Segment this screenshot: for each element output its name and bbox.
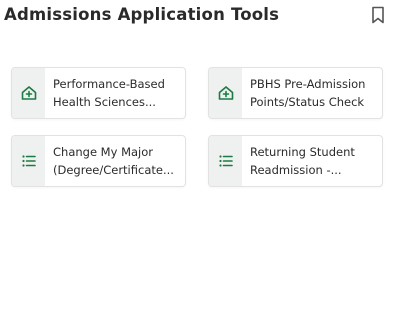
card-label: PBHS Pre-Admission Points/Status Check [250, 76, 376, 111]
home-plus-icon [218, 86, 234, 100]
list-icon [22, 155, 36, 167]
list-icon [219, 155, 233, 167]
card-label: Returning Student Readmission -... [250, 144, 376, 179]
card-icon-box [12, 68, 45, 118]
header: Admissions Application Tools [0, 0, 404, 36]
tool-card-returning-student-readmission[interactable]: Returning Student Readmission -... [208, 135, 383, 187]
bookmark-icon[interactable] [369, 5, 387, 25]
home-plus-icon [21, 86, 37, 100]
card-icon-box [12, 136, 45, 186]
card-label-line1: PBHS Pre-Admission [250, 77, 366, 91]
card-label-line2: Health Sciences... [53, 94, 156, 109]
card-label: Performance-Based Health Sciences... [53, 76, 179, 111]
card-label-line2: (Degree/Certificate... [53, 162, 174, 177]
tool-card-performance-based-health-sciences[interactable]: Performance-Based Health Sciences... [11, 67, 186, 119]
card-label-line1: Change My Major [53, 145, 153, 159]
card-label-line2: Points/Status Check [250, 94, 365, 109]
tool-card-pbhs-pre-admission[interactable]: PBHS Pre-Admission Points/Status Check [208, 67, 383, 119]
page-title: Admissions Application Tools [4, 5, 280, 24]
card-label: Change My Major (Degree/Certificate... [53, 144, 179, 179]
card-label-line1: Performance-Based [53, 77, 165, 91]
card-icon-box [209, 68, 242, 118]
tool-card-change-my-major[interactable]: Change My Major (Degree/Certificate... [11, 135, 186, 187]
card-label-line2: Readmission -... [250, 162, 342, 177]
card-label-line1: Returning Student [250, 145, 355, 159]
card-icon-box [209, 136, 242, 186]
